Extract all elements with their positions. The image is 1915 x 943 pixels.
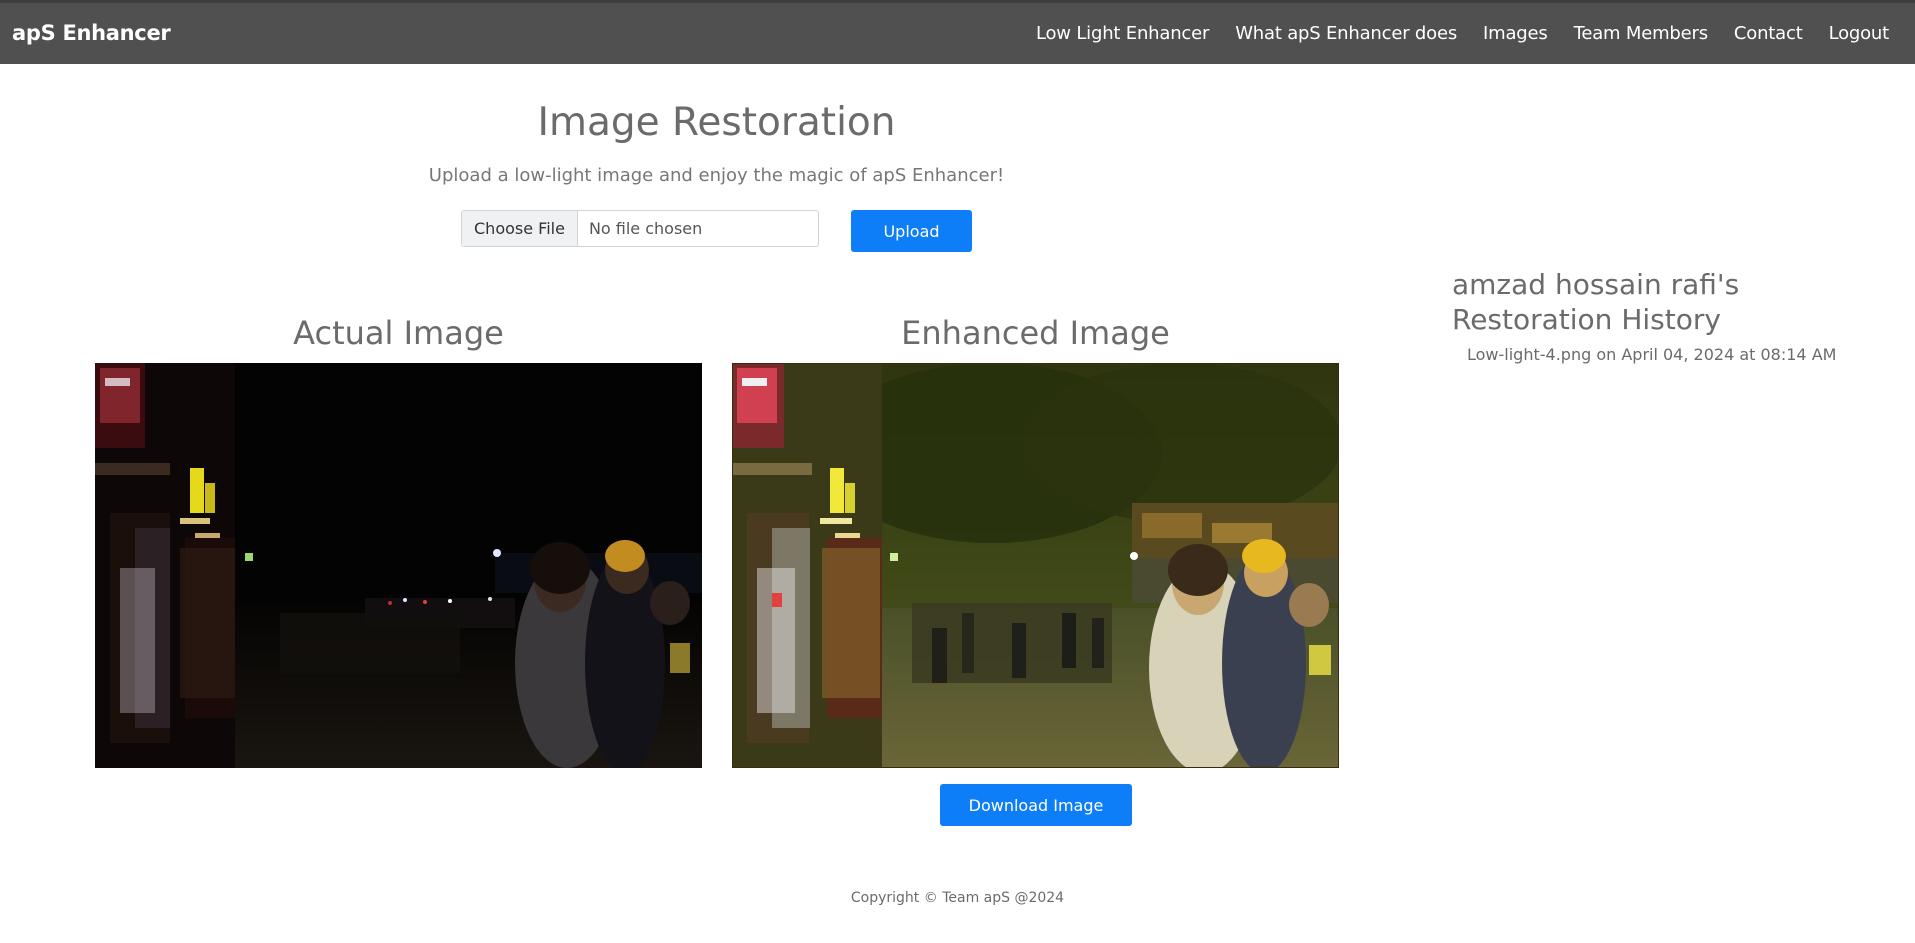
file-input[interactable]: Choose File No file chosen [461,210,819,247]
actual-image [95,363,702,768]
footer-copyright: Copyright © Team apS @2024 [850,890,1065,906]
nav-link-logout[interactable]: Logout [1829,23,1890,44]
page-title: Image Restoration [537,100,896,145]
nav-link-contact[interactable]: Contact [1734,23,1803,44]
nav-links: Low Light Enhancer What apS Enhancer doe… [1010,23,1889,44]
download-image-button[interactable]: Download Image [940,784,1132,826]
actual-image-title: Actual Image [293,314,504,352]
brand-logo-text[interactable]: apS Enhancer [12,21,171,45]
nav-link-images[interactable]: Images [1483,23,1548,44]
upload-button[interactable]: Upload [851,210,972,252]
nav-link-what-it-does[interactable]: What apS Enhancer does [1235,23,1457,44]
history-item[interactable]: Low-light-4.png on April 04, 2024 at 08:… [1467,345,1836,364]
navbar: apS Enhancer Low Light Enhancer What apS… [0,0,1915,64]
history-title: amzad hossain rafi's Restoration History [1452,268,1740,336]
enhanced-image-title: Enhanced Image [901,314,1170,352]
file-status-text: No file chosen [588,219,703,238]
enhanced-image [732,363,1339,768]
page-subtitle: Upload a low-light image and enjoy the m… [428,165,1005,186]
nav-link-team-members[interactable]: Team Members [1574,23,1709,44]
choose-file-button[interactable]: Choose File [462,211,578,246]
nav-link-low-light-enhancer[interactable]: Low Light Enhancer [1036,23,1209,44]
